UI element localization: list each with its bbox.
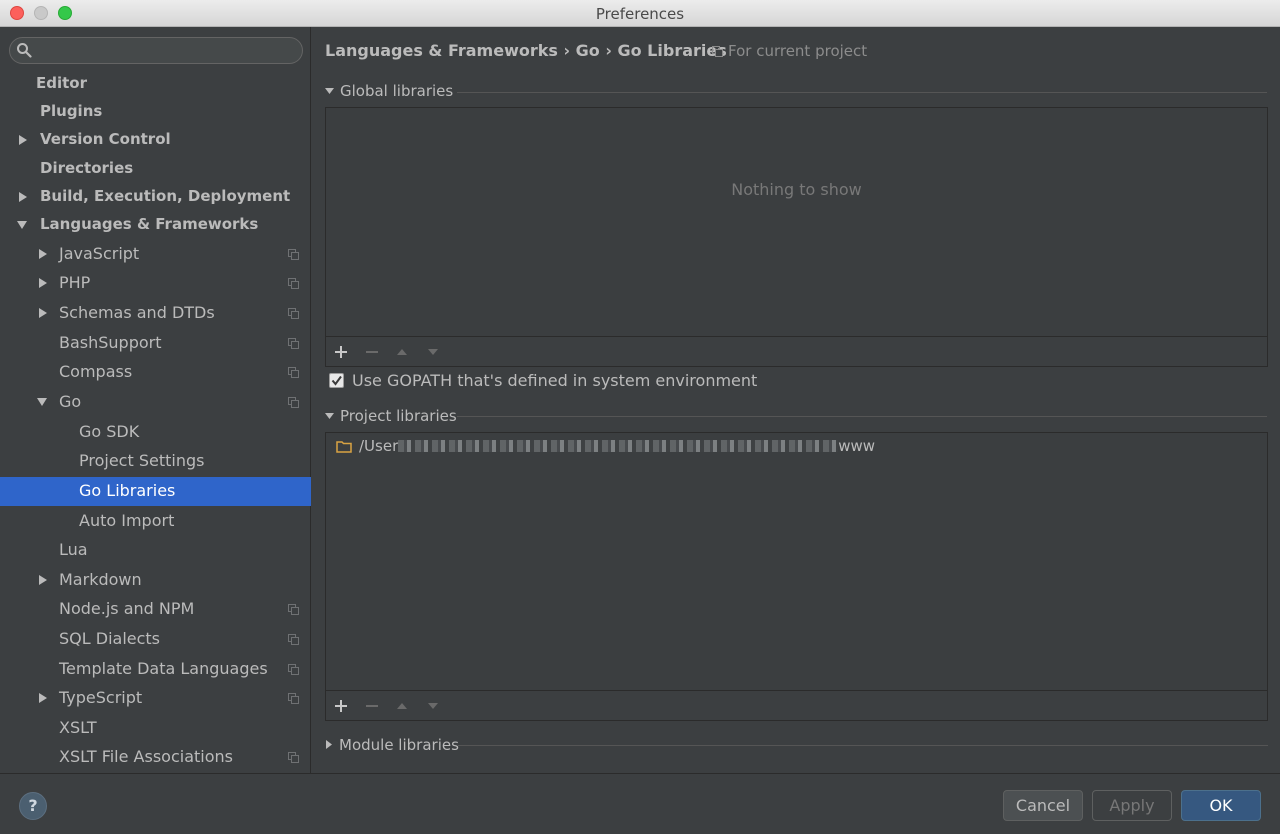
global-libraries-panel: Nothing to show [325, 107, 1268, 367]
project-scope-icon [288, 338, 299, 349]
project-scope-icon [288, 693, 299, 704]
collapse-arrow-icon [325, 88, 334, 94]
section-divider [457, 92, 1267, 93]
expand-arrow-icon [326, 740, 332, 749]
project-scope-icon [288, 397, 299, 408]
project-scope-icon [288, 752, 299, 763]
sidebar-item-go-libraries[interactable]: Go Libraries [0, 477, 311, 506]
project-scope-icon [288, 249, 299, 260]
move-down-icon[interactable] [425, 698, 441, 714]
move-down-icon[interactable] [425, 344, 441, 360]
redacted-path [398, 440, 839, 452]
project-libraries-toolbar [326, 690, 1267, 720]
scope-indicator: For current project [712, 42, 867, 60]
title-bar: Preferences [0, 0, 1280, 27]
expand-arrow-icon[interactable] [37, 277, 49, 289]
expand-arrow-icon[interactable] [37, 248, 49, 260]
expand-arrow-icon[interactable] [37, 692, 49, 704]
project-scope-icon [288, 278, 299, 289]
expand-arrow-icon[interactable] [17, 191, 29, 203]
sidebar-item-languages-frameworks[interactable]: Languages & Frameworks [0, 211, 311, 240]
global-libraries-header[interactable]: Global libraries [325, 82, 453, 102]
sidebar-item-markdown[interactable]: Markdown [0, 566, 311, 595]
window-title: Preferences [595, 5, 685, 23]
library-path-suffix: www [838, 437, 876, 455]
project-scope-icon [288, 664, 299, 675]
settings-sidebar: Editor Plugins Version Control Directori… [0, 27, 311, 773]
expand-arrow-icon[interactable] [37, 574, 49, 586]
sidebar-item-project-settings[interactable]: Project Settings [0, 447, 311, 476]
section-divider [457, 416, 1267, 417]
remove-icon[interactable] [364, 344, 380, 360]
module-libraries-header[interactable]: Module libraries [325, 736, 459, 756]
settings-content: Languages & Frameworks › Go › Go Librari… [312, 27, 1280, 773]
sidebar-item-plugins[interactable]: Plugins [0, 98, 311, 127]
expand-arrow-icon[interactable] [17, 134, 29, 146]
add-icon[interactable] [333, 698, 349, 714]
project-scope-icon [288, 604, 299, 615]
checkmark-icon [331, 375, 342, 386]
sidebar-item-directories[interactable]: Directories [0, 155, 311, 184]
folder-icon [336, 441, 352, 453]
breadcrumb: Languages & Frameworks › Go › Go Librari… [325, 41, 727, 60]
cancel-button[interactable]: Cancel [1003, 790, 1083, 821]
add-icon[interactable] [333, 344, 349, 360]
help-button[interactable]: ? [19, 792, 47, 820]
sidebar-item-xslt[interactable]: XSLT [0, 714, 311, 743]
search-icon [17, 43, 32, 58]
use-gopath-option[interactable]: Use GOPATH that's defined in system envi… [329, 371, 757, 390]
project-scope-icon [288, 367, 299, 378]
sidebar-item-editor[interactable]: Editor [0, 70, 311, 99]
library-path-prefix: /User [359, 437, 399, 455]
sidebar-item-xslt-file-associations[interactable]: XSLT File Associations [0, 743, 311, 772]
sidebar-item-sql-dialects[interactable]: SQL Dialects [0, 625, 311, 654]
dialog-footer: ? Cancel Apply OK [0, 773, 1280, 834]
use-gopath-label: Use GOPATH that's defined in system envi… [352, 371, 758, 390]
collapse-arrow-icon [325, 413, 334, 419]
sidebar-item-bashsupport[interactable]: BashSupport [0, 329, 311, 358]
sidebar-item-javascript[interactable]: JavaScript [0, 240, 311, 269]
sidebar-item-go-sdk[interactable]: Go SDK [0, 418, 311, 447]
sidebar-item-lua[interactable]: Lua [0, 536, 311, 565]
sidebar-item-compass[interactable]: Compass [0, 358, 311, 387]
collapse-arrow-icon[interactable] [16, 219, 28, 231]
use-gopath-checkbox[interactable] [329, 373, 344, 388]
global-libraries-list[interactable]: Nothing to show [326, 108, 1267, 336]
project-scope-icon [288, 308, 299, 319]
global-libraries-toolbar [326, 336, 1267, 366]
settings-search-input[interactable] [9, 37, 303, 64]
sidebar-item-go[interactable]: Go [0, 388, 311, 417]
project-scope-icon [712, 46, 723, 57]
scope-label: For current project [728, 42, 868, 60]
sidebar-item-php[interactable]: PHP [0, 269, 311, 298]
sidebar-item-typescript[interactable]: TypeScript [0, 684, 311, 713]
collapse-arrow-icon[interactable] [36, 396, 48, 408]
project-library-entry[interactable]: /User www [336, 437, 875, 455]
expand-arrow-icon[interactable] [37, 307, 49, 319]
apply-button[interactable]: Apply [1092, 790, 1172, 821]
sidebar-item-schemas-dtds[interactable]: Schemas and DTDs [0, 299, 311, 328]
sidebar-item-nodejs-npm[interactable]: Node.js and NPM [0, 595, 311, 624]
sidebar-item-build-execution-deployment[interactable]: Build, Execution, Deployment [0, 183, 311, 212]
project-libraries-header[interactable]: Project libraries [325, 407, 457, 427]
sidebar-item-auto-import[interactable]: Auto Import [0, 507, 311, 536]
remove-icon[interactable] [364, 698, 380, 714]
sidebar-item-version-control[interactable]: Version Control [0, 126, 311, 155]
move-up-icon[interactable] [394, 698, 410, 714]
project-scope-icon [288, 634, 299, 645]
move-up-icon[interactable] [394, 344, 410, 360]
sidebar-item-template-data-languages[interactable]: Template Data Languages [0, 655, 311, 684]
project-libraries-list[interactable]: /User www [326, 433, 1267, 690]
project-libraries-panel: /User www [325, 432, 1268, 721]
section-divider [458, 745, 1268, 746]
empty-state-text: Nothing to show [731, 180, 862, 199]
ok-button[interactable]: OK [1181, 790, 1261, 821]
